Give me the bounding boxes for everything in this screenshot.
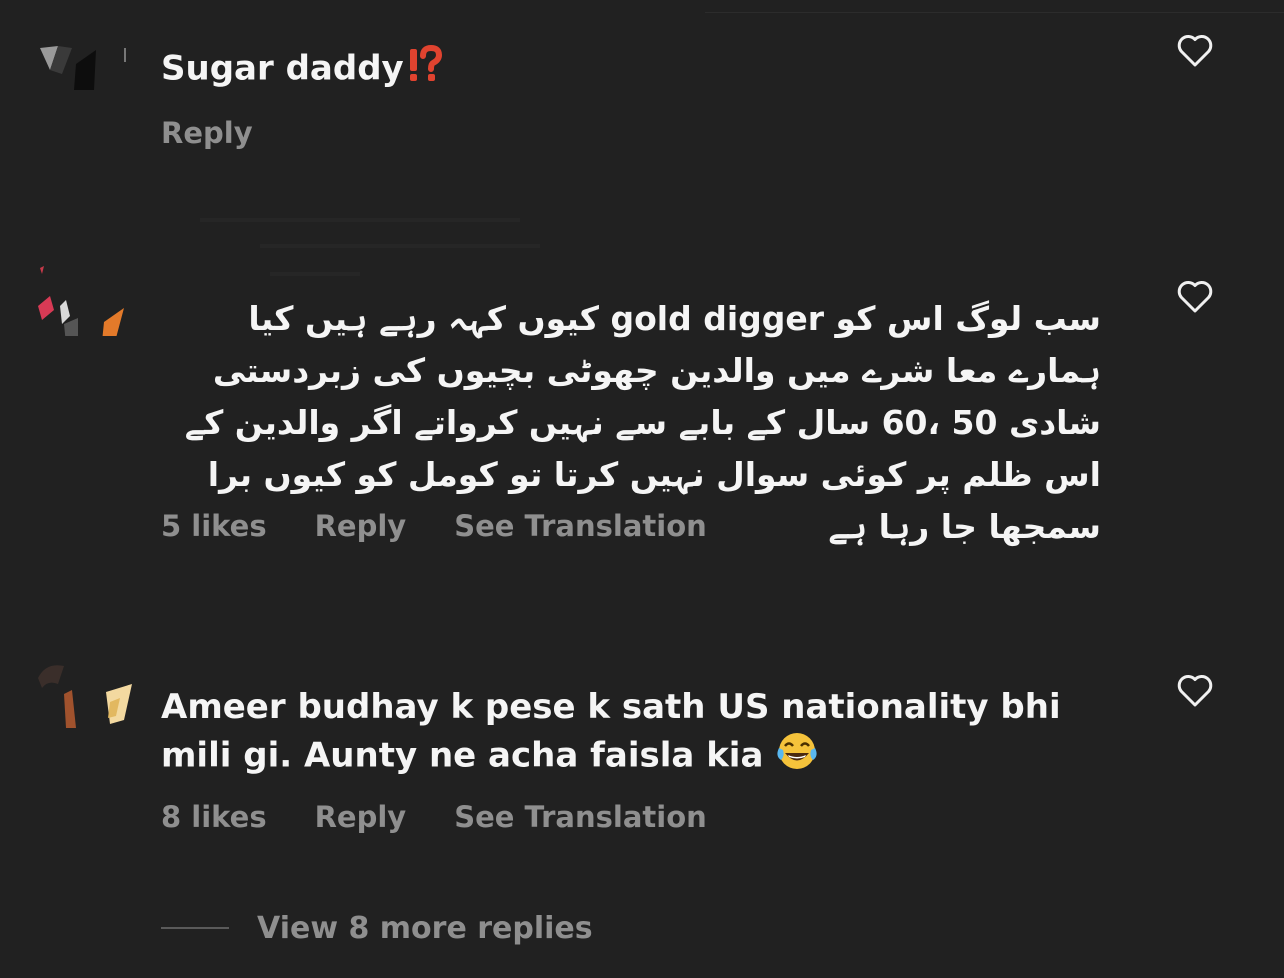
likes-count[interactable]: 8 likes — [161, 800, 267, 834]
comment-text: Ameer budhay k pese k sath US nationalit… — [161, 684, 1131, 784]
see-translation-button[interactable]: See Translation — [454, 800, 707, 834]
heart-icon[interactable] — [1176, 32, 1214, 68]
comment-item: سب لوگ اس کو gold digger کیوں کہہ رہے ہی… — [0, 260, 1284, 600]
avatar[interactable] — [36, 658, 132, 728]
comment-item: Ameer budhay k pese k sath US nationalit… — [0, 650, 1284, 890]
exclamation-question-icon — [404, 44, 444, 95]
avatar[interactable] — [36, 44, 132, 96]
redacted-username — [200, 218, 520, 222]
redacted-username — [260, 244, 540, 248]
avatar[interactable] — [36, 266, 132, 336]
likes-count[interactable]: 5 likes — [161, 509, 267, 543]
view-more-replies-label[interactable]: View 8 more replies — [257, 911, 593, 946]
comment-body: Sugar daddy — [161, 48, 404, 89]
comment-body: Ameer budhay k pese k sath US nationalit… — [161, 687, 1061, 776]
view-more-replies[interactable]: View 8 more replies — [161, 906, 593, 950]
reply-button[interactable]: Reply — [315, 509, 407, 543]
heart-icon[interactable] — [1176, 278, 1214, 314]
see-translation-button[interactable]: See Translation — [454, 509, 707, 543]
reply-button[interactable]: Reply — [161, 116, 253, 150]
comment-item: Sugar daddy Reply — [0, 0, 1284, 200]
reply-button[interactable]: Reply — [315, 800, 407, 834]
comment-actions: Reply — [161, 116, 301, 150]
comment-text: Sugar daddy — [161, 44, 1121, 95]
replies-divider-line — [161, 927, 229, 929]
heart-icon[interactable] — [1176, 672, 1214, 708]
comment-actions: 5 likes Reply See Translation — [161, 509, 755, 543]
tears-of-joy-icon — [775, 730, 819, 784]
comment-actions: 8 likes Reply See Translation — [161, 800, 755, 834]
